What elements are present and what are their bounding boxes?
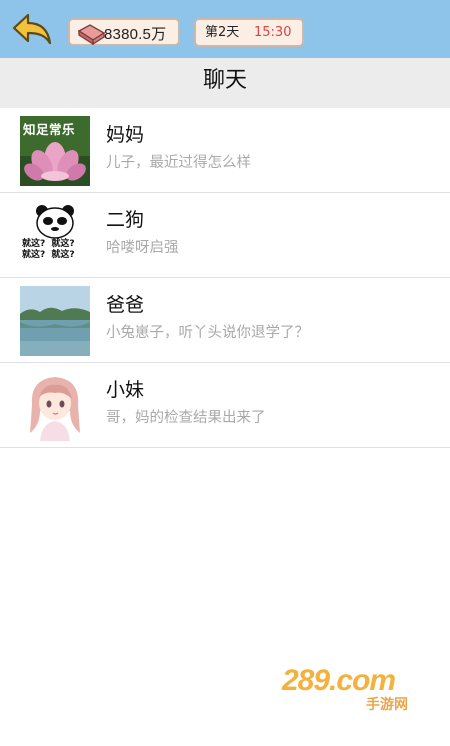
day-time-display: 第2天 15:30 [194,18,304,47]
chat-item-dad[interactable]: 爸爸 小兔崽子，听丫头说你退学了？ [0,278,450,363]
chat-name: 爸爸 [106,294,145,316]
avatar-caption: 就这? [22,239,46,249]
avatar-text-mom: 知足常乐 [23,122,76,137]
chat-item-mom[interactable]: 知足常乐 妈妈 儿子，最近过得怎么样 [0,108,450,193]
money-display: 8380.5万 [68,18,180,46]
page-title-bar: 聊天 [0,58,450,108]
day-label: 第2天 [205,25,240,40]
back-arrow-icon [12,13,52,45]
money-value: 8380.5万 [104,26,167,43]
watermark-logo-text: 289.com [282,664,396,697]
chat-preview: 哥，妈的检查结果出来了 [106,410,266,426]
back-button[interactable] [10,12,54,48]
chat-item-sister[interactable]: 小妹 哥，妈的检查结果出来了 [0,363,450,448]
chat-preview: 小兔崽子，听丫头说你退学了？ [106,325,309,341]
chat-list: 知足常乐 妈妈 儿子，最近过得怎么样 就这? 就这? 就这? 就这? 二狗 哈喽… [0,108,450,448]
avatar-dad [20,286,90,356]
avatar-caption: 就这? [22,250,46,260]
chat-preview: 哈喽呀启强 [106,240,179,256]
avatar-text-ergou: 就这? 就这? 就这? 就这? [22,239,90,261]
chat-preview: 儿子，最近过得怎么样 [106,155,251,171]
avatar-mom: 知足常乐 [20,116,90,186]
anime-girl-avatar-image [30,377,80,441]
top-bar: 8380.5万 第2天 15:30 [0,0,450,58]
chat-item-ergou[interactable]: 就这? 就这? 就这? 就这? 二狗 哈喽呀启强 [0,193,450,278]
avatar-ergou: 就这? 就这? 就这? 就这? [20,201,90,271]
money-icon [77,24,106,45]
time-label: 15:30 [254,25,292,40]
chat-name: 妈妈 [106,124,145,146]
page-title: 聊天 [202,68,247,93]
lake-landscape-avatar-image [20,286,90,356]
avatar-sister [20,371,90,441]
chat-name: 二狗 [106,209,145,231]
avatar-caption: 就这? [51,250,75,260]
site-watermark: 289.com 手游网 [282,664,432,713]
watermark-subtext: 手游网 [366,697,408,713]
chat-name: 小妹 [106,379,145,401]
avatar-caption: 就这? [51,239,75,249]
